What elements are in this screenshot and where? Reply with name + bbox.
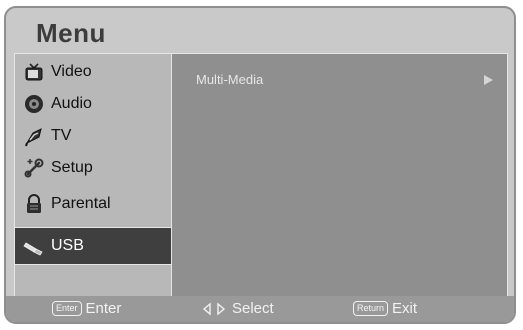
return-key-icon: Return (353, 301, 389, 316)
enter-hint: Enter Enter (52, 300, 121, 317)
select-hint-label: Select (232, 300, 274, 317)
tv-icon (23, 125, 45, 147)
sidebar-item-audio[interactable]: Audio (15, 88, 171, 120)
enter-key-icon: Enter (52, 301, 82, 316)
enter-hint-label: Enter (85, 300, 122, 317)
exit-hint: Return Exit (353, 300, 417, 317)
audio-icon (23, 93, 45, 115)
submenu-item-multi-media[interactable]: Multi-Media (172, 64, 507, 94)
sidebar-divider (15, 264, 171, 265)
sidebar-item-label: TV (51, 127, 72, 144)
arrow-right-icon (484, 75, 493, 85)
navigation-arrows-icon (202, 302, 226, 316)
usb-icon (23, 235, 45, 257)
menu-panel: Video Audio TV Setup Parental USB Multi-… (14, 53, 508, 299)
submenu-item-label: Multi-Media (196, 71, 264, 87)
sidebar-item-label: Audio (51, 95, 92, 112)
sidebar-item-label: Parental (51, 195, 111, 212)
sidebar-item-setup[interactable]: Setup (15, 152, 171, 184)
sidebar-item-usb[interactable]: USB (15, 228, 171, 264)
menu-window: Menu Video Audio TV Setup Parental USB M… (4, 6, 516, 324)
sidebar-item-label: Video (51, 63, 92, 80)
exit-hint-label: Exit (392, 300, 418, 317)
sidebar-item-parental[interactable]: Parental (15, 188, 171, 220)
select-hint: Select (202, 300, 274, 317)
sidebar-item-label: USB (51, 237, 84, 254)
sidebar: Video Audio TV Setup Parental USB (15, 54, 172, 298)
sidebar-item-tv[interactable]: TV (15, 120, 171, 152)
video-icon (23, 61, 45, 83)
setup-icon (23, 157, 45, 179)
menu-title: Menu (36, 18, 106, 48)
sidebar-item-label: Setup (51, 159, 93, 176)
footer-bar: Enter Enter Select Return Exit (6, 296, 514, 322)
submenu-panel: Multi-Media (172, 54, 507, 298)
lock-icon (23, 193, 45, 215)
sidebar-item-video[interactable]: Video (15, 56, 171, 88)
